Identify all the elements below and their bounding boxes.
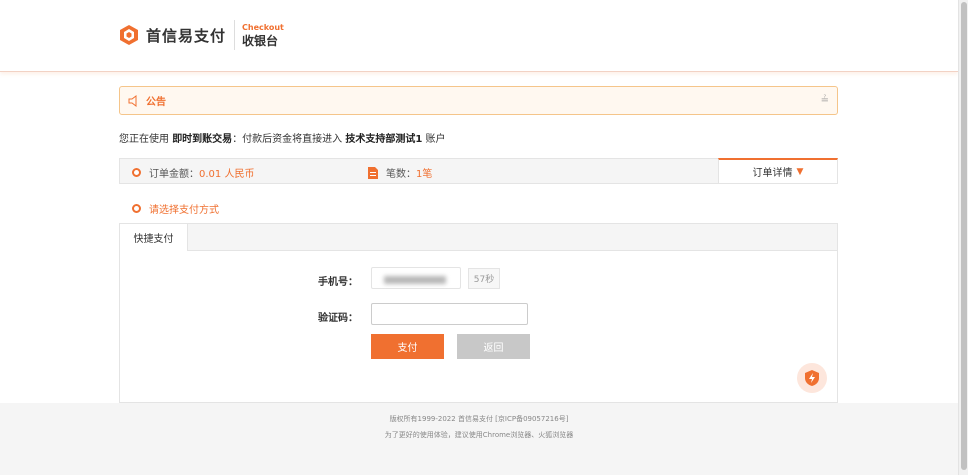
code-label: 验证码： xyxy=(318,313,358,324)
payment-panel: 快捷支付 手机号： 57秒 验证码： 支付 返回 xyxy=(119,223,838,403)
order-amount-label: 订单金额： xyxy=(149,169,199,180)
back-button[interactable]: 返回 xyxy=(457,334,530,359)
page-header: 首信易支付 Checkout 收银台 xyxy=(0,0,958,72)
vertical-scrollbar[interactable] xyxy=(958,0,968,475)
checkout-title-cn: 收银台 xyxy=(242,33,279,48)
page-footer: 版权所有1999-2022 首信易支付 [京ICP备09057216号] 为了更… xyxy=(0,403,958,475)
phone-field xyxy=(371,267,461,289)
order-count-label: 笔数： xyxy=(386,169,416,180)
order-count-value: 1笔 xyxy=(416,169,433,180)
radio-dot-icon xyxy=(132,168,141,177)
order-detail-label: 订单详情 xyxy=(752,168,793,179)
notice-banner: 公告 ≟ xyxy=(119,86,838,115)
brand-logo-icon xyxy=(120,25,138,45)
checkout-title: Checkout 收银台 xyxy=(242,22,284,48)
sms-countdown: 57秒 xyxy=(468,268,500,289)
masked-phone-number xyxy=(384,276,446,284)
phone-label: 手机号： xyxy=(318,277,358,288)
trade-info-middle: ：付款后资金将直接进入 xyxy=(232,134,343,145)
notice-toggle[interactable]: ≟ xyxy=(821,95,829,106)
order-amount: 订单金额： 0.01 人民币 xyxy=(132,165,254,180)
document-icon xyxy=(368,166,378,179)
copyright-text: 版权所有1999-2022 首信易支付 [京ICP备09057216号] xyxy=(389,415,569,423)
pay-button[interactable]: 支付 xyxy=(371,334,444,359)
trade-info: 您正在使用 即时到账交易：付款后资金将直接进入 技术支持部测试1 账户 xyxy=(119,130,446,145)
trade-type: 即时到账交易 xyxy=(172,134,233,145)
account-name: 技术支持部测试1 xyxy=(345,134,423,145)
floating-service-button[interactable] xyxy=(797,363,827,393)
scrollbar-thumb[interactable] xyxy=(961,2,967,470)
notice-title: 公告 xyxy=(146,97,166,108)
payment-method-heading: 请选择支付方式 xyxy=(132,201,219,216)
verification-code-input[interactable] xyxy=(371,303,528,325)
lightning-shield-icon xyxy=(805,370,819,386)
payment-method-label: 请选择支付方式 xyxy=(149,205,219,216)
payment-tabs: 快捷支付 xyxy=(120,224,837,251)
triangle-down-icon: ▼ xyxy=(796,166,804,177)
order-count: 笔数： 1笔 xyxy=(368,165,432,180)
order-detail-button[interactable]: 订单详情 ▼ xyxy=(718,158,838,184)
brand-name: 首信易支付 xyxy=(146,26,227,45)
browser-tip-text: 为了更好的使用体验，建议使用Chrome浏览器、火狐浏览器 xyxy=(384,431,574,439)
radio-dot-icon xyxy=(132,204,141,213)
trade-info-suffix: 账户 xyxy=(425,134,446,145)
logo-divider xyxy=(234,20,236,50)
order-summary: 订单金额： 0.01 人民币 笔数： 1笔 订单详情 ▼ xyxy=(119,158,838,184)
tab-quick-pay[interactable]: 快捷支付 xyxy=(120,224,188,251)
checkout-title-en: Checkout xyxy=(242,22,284,32)
megaphone-icon xyxy=(128,94,137,107)
order-amount-value: 0.01 人民币 xyxy=(199,169,255,180)
logo[interactable]: 首信易支付 Checkout 收银台 xyxy=(118,20,284,50)
trade-info-prefix: 您正在使用 xyxy=(119,134,169,145)
